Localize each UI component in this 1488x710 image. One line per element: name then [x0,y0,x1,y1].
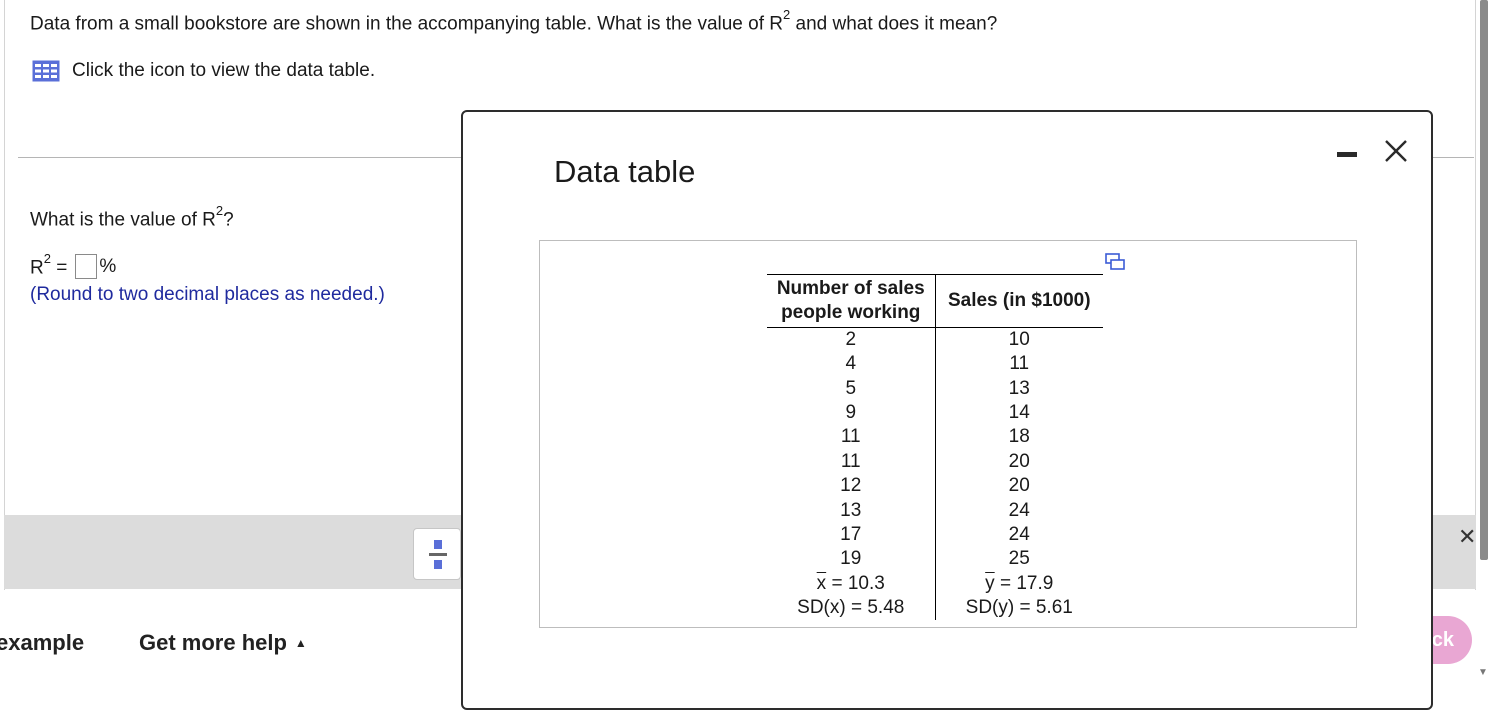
copy-icon[interactable] [1105,253,1125,271]
cell-sales: 13 [1008,377,1030,399]
cell-salespeople: 13 [767,498,936,523]
data-table-dialog: Data table Number of sales people working… [461,110,1433,710]
cell-sales: 25 [1008,548,1030,570]
cell-sales: 18 [1008,426,1030,448]
cell-sales: 24 [1008,499,1030,521]
fraction-button[interactable] [413,528,461,580]
rounding-hint: (Round to two decimal places as needed.) [30,284,385,305]
cell-sales: 20 [1008,450,1030,472]
table-row: 19 25 [767,547,1103,572]
dialog-title: Data table [554,154,696,189]
scrollbar[interactable] [1480,0,1488,560]
data-table: Number of sales people working Sales (in … [767,274,1103,621]
close-strip-icon[interactable]: ✕ [1458,524,1476,550]
r-squared-input[interactable] [75,254,98,280]
cell-salespeople: 17 [767,522,936,548]
part-question: What is the value of R2? [30,203,234,231]
percent-unit: % [99,255,117,277]
answer-line: R2 = % [30,251,117,280]
table-row: 17 24 [767,522,1103,548]
cell-salespeople: 12 [767,473,936,499]
sd-y: SD(y) = 5.61 [965,597,1073,619]
table-row: 12 20 [767,473,1103,499]
data-table-container: Number of sales people working Sales (in … [539,240,1357,628]
column-header-sales: Sales (in $1000) [935,274,1103,328]
cell-salespeople: 4 [767,352,936,377]
cell-salespeople: 2 [767,327,936,352]
question-text: Data from a small bookstore are shown in… [30,7,998,35]
caret-up-icon: ▲ [294,636,307,650]
sd-row: SD(x) = 5.48 SD(y) = 5.61 [767,595,1103,621]
cell-sales: 11 [1009,353,1030,375]
table-row: 13 24 [767,498,1103,523]
grid-table-icon[interactable] [32,60,60,82]
mean-y: y = 17.9 [985,572,1054,594]
table-row: 9 14 [767,400,1103,426]
cell-salespeople: 11 [767,425,936,450]
table-row: 11 18 [767,425,1103,450]
cell-salespeople: 9 [767,400,936,426]
table-row: 4 11 [767,352,1103,377]
table-row: 2 10 [767,327,1103,352]
sd-x: SD(x) = 5.48 [767,595,936,621]
cell-sales: 20 [1008,475,1030,497]
mean-row: x = 10.3 y = 17.9 [767,571,1103,596]
close-icon[interactable] [1383,138,1409,164]
scroll-down-arrow-icon[interactable]: ▼ [1478,667,1488,678]
column-header-salespeople: Number of sales people working [767,274,936,328]
cell-sales: 10 [1008,329,1030,350]
cell-sales: 24 [1008,523,1030,545]
data-table-link[interactable]: Click the icon to view the data table. [32,60,375,82]
minimize-icon[interactable] [1337,152,1357,157]
mean-x: x = 10.3 [767,571,936,596]
cell-salespeople: 11 [767,449,936,474]
table-row: 11 20 [767,449,1103,474]
cell-salespeople: 5 [767,376,936,401]
cell-sales: 14 [1008,401,1030,423]
get-more-help-button[interactable]: Get more help ▲ [139,630,307,656]
answer-label: R2 = [30,251,68,279]
fraction-icon [434,540,442,549]
data-table-link-text[interactable]: Click the icon to view the data table. [72,60,375,82]
view-example-button[interactable]: example [0,630,84,656]
table-row: 5 13 [767,376,1103,401]
cell-salespeople: 19 [767,547,936,572]
